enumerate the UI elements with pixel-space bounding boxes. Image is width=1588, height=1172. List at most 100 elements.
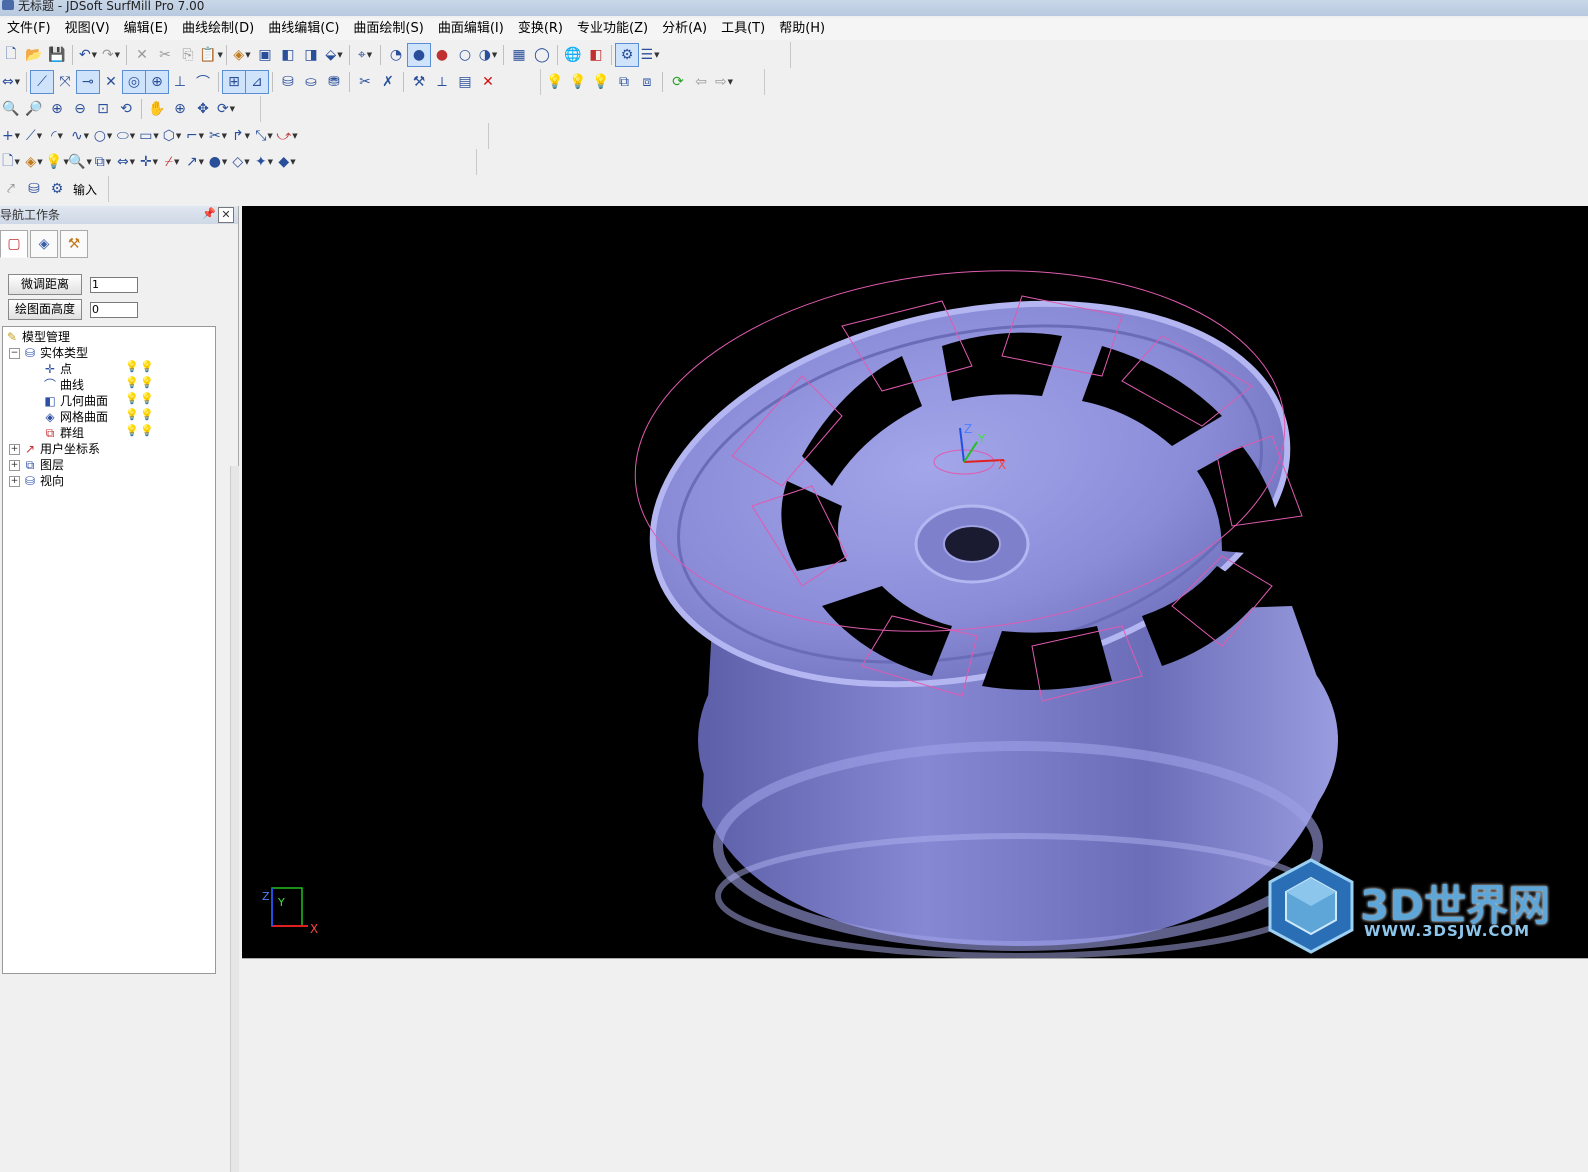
undo-icon[interactable]: ↶ ▼	[77, 44, 99, 66]
tab-model-icon[interactable]: ▢	[0, 230, 28, 258]
tree-item-curve[interactable]: ⌒ 曲线	[43, 377, 84, 393]
show-selected-icon[interactable]: ⧉	[613, 71, 635, 93]
bulb-green-icon[interactable]: 💡	[567, 71, 589, 93]
break-icon[interactable]: ✗	[377, 71, 399, 93]
tab-layer-icon[interactable]: ◈	[30, 230, 58, 258]
tree-item-geom-surface[interactable]: ◧ 几何曲面	[43, 393, 108, 409]
list-options-icon[interactable]: ☰ ▼	[639, 44, 661, 66]
arc-tool-icon[interactable]: ◜ ▼	[46, 125, 68, 147]
bulb-green-icon[interactable]: 💡	[140, 393, 154, 405]
rotate-view-icon[interactable]: ✥	[192, 98, 214, 120]
snap-perpendicular-icon[interactable]: ⊥	[169, 71, 191, 93]
offset-curve-icon[interactable]: ↱ ▼	[230, 125, 252, 147]
view-front-icon[interactable]: ▣	[254, 44, 276, 66]
zoom-realtime-icon[interactable]: ⊕	[169, 98, 191, 120]
expand-icon[interactable]: +	[9, 475, 20, 487]
ortho-icon[interactable]: ⊿	[245, 70, 269, 94]
globe-icon[interactable]: 🌐	[562, 44, 584, 66]
sphere-icon[interactable]: ● ▼	[207, 151, 229, 173]
bulb-blue-icon[interactable]: 💡	[125, 393, 139, 405]
extend-curve-icon[interactable]: ⤡ ▼	[253, 125, 275, 147]
zoom-out-icon[interactable]: 🔎	[23, 98, 45, 120]
select-surface-icon[interactable]: ⛁	[277, 71, 299, 93]
toolpath-display-icon[interactable]: ⚙	[615, 43, 639, 67]
zoom-window-icon[interactable]: 🔍	[0, 98, 22, 120]
snap-quadrant-icon[interactable]: ⊕	[145, 70, 169, 94]
solid-box-icon[interactable]: ◈ ▼	[23, 151, 45, 173]
tree-item-point[interactable]: ✛ 点	[43, 361, 72, 377]
save-icon[interactable]: 💾	[46, 44, 68, 66]
point-tool-icon[interactable]: + ▼	[0, 125, 22, 147]
menu-tools[interactable]: 工具(T)	[714, 18, 772, 40]
3d-viewport[interactable]: Z Y X Z Y X	[242, 206, 1588, 958]
hide-selected-icon[interactable]: ⧈	[636, 71, 658, 93]
surface-edit-icon[interactable]: ◆ ▼	[276, 151, 298, 173]
polygon-tool-icon[interactable]: ⬡ ▼	[161, 125, 183, 147]
tab-toolpath-icon[interactable]: ⚒	[60, 230, 88, 258]
tree-item-model-management[interactable]: ✎ 模型管理	[5, 329, 70, 345]
expand-icon[interactable]: +	[9, 443, 20, 455]
back-arrow-icon[interactable]: ⇦	[690, 71, 712, 93]
tree-item-group[interactable]: ⧉ 群组	[43, 425, 84, 441]
properties-icon[interactable]: ▤	[454, 71, 476, 93]
zoom-previous-icon[interactable]: ⊖	[69, 98, 91, 120]
open-file-icon[interactable]: 📂	[23, 44, 45, 66]
fine-tune-button[interactable]: 微调距离	[8, 274, 82, 295]
tree-item-ucs[interactable]: + ↗ 用户坐标系	[9, 441, 100, 457]
menu-view[interactable]: 视图(V)	[58, 18, 117, 40]
view-iso-icon[interactable]: ◈ ▼	[231, 44, 253, 66]
point-edit-icon[interactable]: ✦ ▼	[253, 151, 275, 173]
layer-copy-icon[interactable]: ⧉ ▼	[92, 151, 114, 173]
find-icon[interactable]: 🔍 ▼	[68, 151, 92, 173]
pin-icon[interactable]: 📌	[202, 207, 216, 221]
node-edit-icon[interactable]: ⌿ ▼	[161, 151, 183, 173]
curve-edit-icon[interactable]: ⤻ ▼	[276, 125, 298, 147]
menu-transform[interactable]: 变换(R)	[511, 18, 570, 40]
ellipse-tool-icon[interactable]: ⬭ ▼	[115, 125, 137, 147]
tree-item-layers[interactable]: + ⧉ 图层	[9, 457, 64, 473]
menu-curve-draw[interactable]: 曲线绘制(D)	[175, 18, 261, 40]
measure-icon[interactable]: ⟂	[431, 71, 453, 93]
snap-mode-icon[interactable]: ⇔ ▼	[0, 71, 22, 93]
axis-icon[interactable]: ↗ ▼	[184, 151, 206, 173]
bulb-green-icon[interactable]: 💡	[140, 377, 154, 389]
select-face-icon[interactable]: ⛃	[323, 71, 345, 93]
link-icon[interactable]: ⤤	[0, 178, 22, 200]
tree-item-views[interactable]: + ⛁ 视向	[9, 473, 64, 489]
snap-cross-icon[interactable]: ✕	[100, 71, 122, 93]
draw-height-button[interactable]: 绘图面高度	[8, 299, 82, 320]
delete-red-icon[interactable]: ✕	[477, 71, 499, 93]
redo-icon[interactable]: ↷ ▼	[100, 44, 122, 66]
new-doc-icon[interactable]: 🗋 ▼	[0, 151, 22, 173]
view-right-icon[interactable]: ◨	[300, 44, 322, 66]
collapse-icon[interactable]: −	[9, 347, 20, 359]
render-mode-icon[interactable]: ◑ ▼	[477, 44, 499, 66]
sphere-display-icon[interactable]: ◯	[531, 44, 553, 66]
bulb-blue-icon[interactable]: 💡	[125, 361, 139, 373]
menu-file[interactable]: 文件(F)	[0, 18, 58, 40]
copy-icon[interactable]: ⎘	[177, 44, 199, 66]
panel-scrollbar[interactable]	[230, 466, 239, 1172]
trim-icon[interactable]: ✂	[354, 71, 376, 93]
material-shade-icon[interactable]: ●	[431, 44, 453, 66]
import-settings-icon[interactable]: ⚙	[46, 178, 68, 200]
grid-snap-icon[interactable]: ⊞	[222, 70, 246, 94]
line-tool-icon[interactable]: ⟋ ▼	[23, 125, 45, 147]
hidden-line-icon[interactable]: ○	[454, 44, 476, 66]
view-top-icon[interactable]: ◧	[277, 44, 299, 66]
bulb-blue-icon[interactable]: 💡	[125, 377, 139, 389]
new-file-icon[interactable]: 🗋	[0, 44, 22, 66]
tree-item-mesh-surface[interactable]: ◈ 网格曲面	[43, 409, 108, 425]
light-icon[interactable]: 💡 ▼	[45, 151, 69, 173]
tree-item-entity-types[interactable]: − ⛁ 实体类型	[9, 345, 88, 361]
shaded-icon[interactable]: ●	[407, 43, 431, 67]
tool-icon[interactable]: ⚒	[408, 71, 430, 93]
mesh-display-icon[interactable]: ▦	[508, 44, 530, 66]
surface-icon[interactable]: ◇ ▼	[230, 151, 252, 173]
pan-hand-icon[interactable]: ✋	[146, 98, 168, 120]
import-button[interactable]: 输入	[69, 178, 101, 200]
fine-tune-input[interactable]: 1	[90, 276, 138, 293]
wireframe-icon[interactable]: ◔	[385, 44, 407, 66]
select-body-icon[interactable]: ⛀	[300, 71, 322, 93]
menu-surface-edit[interactable]: 曲面编辑(I)	[431, 18, 511, 40]
